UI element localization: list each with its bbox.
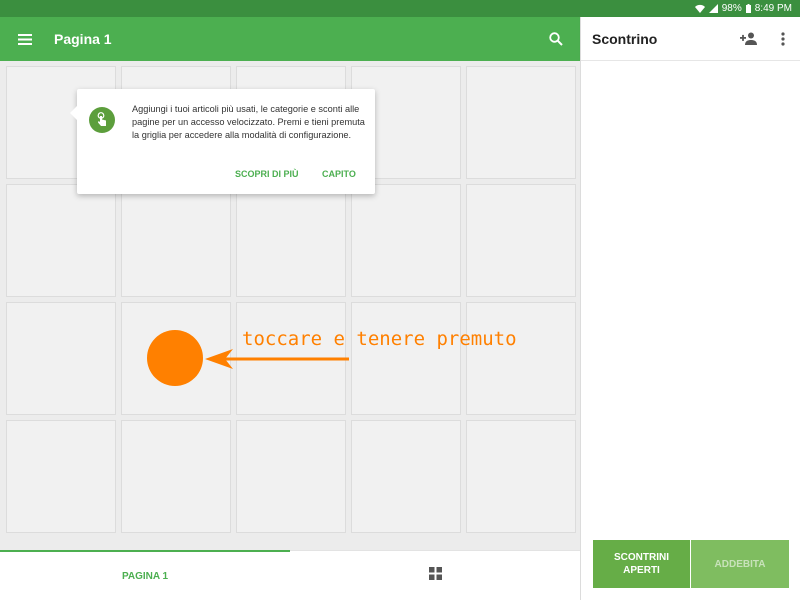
annotation-text: toccare e tenere premuto — [242, 328, 517, 350]
receipt-header: Scontrino — [581, 17, 800, 61]
tip-popup: Aggiungi i tuoi articoli più usati, le c… — [70, 89, 375, 194]
grid-view-icon — [428, 567, 442, 585]
charge-button[interactable]: ADDEBITA — [691, 540, 789, 588]
menu-icon[interactable] — [0, 17, 50, 61]
tab-page-1[interactable]: PAGINA 1 — [0, 552, 290, 600]
popup-arrow — [70, 105, 78, 121]
tab-grid-view[interactable] — [290, 552, 580, 600]
grid-cell[interactable] — [466, 302, 576, 415]
battery-icon — [745, 4, 751, 13]
grid-cell[interactable] — [466, 184, 576, 297]
wifi-icon — [694, 4, 705, 13]
grid-cell[interactable] — [6, 184, 116, 297]
app-bar: Pagina 1 — [0, 17, 581, 61]
receipt-panel — [581, 61, 800, 600]
receipt-title: Scontrino — [592, 30, 658, 47]
add-person-icon[interactable] — [732, 17, 766, 61]
page-title: Pagina 1 — [54, 31, 112, 47]
grid-cell[interactable] — [466, 420, 576, 533]
search-icon[interactable] — [531, 17, 581, 61]
open-receipts-button[interactable]: SCONTRINI APERTI — [593, 540, 690, 588]
grid-cell[interactable] — [351, 420, 461, 533]
grid-cell[interactable] — [236, 420, 346, 533]
battery-level: 98% — [721, 3, 742, 14]
grid-cell[interactable] — [121, 184, 231, 297]
grid-cell[interactable] — [6, 302, 116, 415]
touch-indicator — [147, 330, 203, 386]
bottom-tabs: PAGINA 1 — [0, 550, 580, 600]
popup-message: Aggiungi i tuoi articoli più usati, le c… — [132, 104, 365, 140]
annotation-arrow — [205, 349, 349, 369]
got-it-button[interactable]: CAPITO — [322, 169, 356, 179]
touch-icon — [89, 107, 115, 133]
status-bar: 98% 8:49 PM — [0, 0, 800, 17]
grid-cell[interactable] — [6, 420, 116, 533]
grid-cell[interactable] — [236, 184, 346, 297]
grid-cell[interactable] — [466, 66, 576, 179]
signal-icon — [708, 4, 718, 13]
grid-cell[interactable] — [121, 420, 231, 533]
more-vert-icon[interactable] — [766, 17, 800, 61]
grid-cell[interactable] — [351, 302, 461, 415]
grid-cell[interactable] — [351, 184, 461, 297]
clock: 8:49 PM — [754, 3, 792, 14]
learn-more-button[interactable]: SCOPRI DI PIÙ — [235, 169, 299, 179]
